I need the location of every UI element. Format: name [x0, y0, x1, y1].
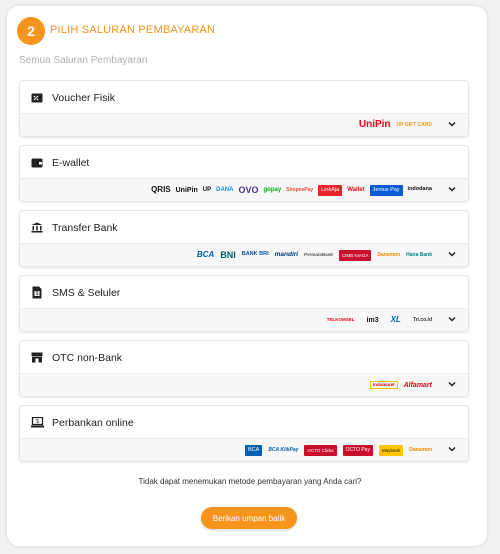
chevron-down-icon[interactable]: [447, 184, 457, 194]
logo-danamon: Danamon: [377, 251, 401, 258]
channel-header: Transfer Bank: [20, 211, 468, 244]
channel-header: E-wallet: [20, 146, 468, 179]
logo-gopay: gopay: [263, 187, 282, 193]
channel-header: OTC non-Bank: [20, 341, 468, 374]
laptop-icon: $: [30, 416, 44, 430]
wallet-icon: [30, 156, 44, 170]
logo-up: UP: [202, 187, 212, 193]
channel-logo-bar: QRIS UniPin UP DANA OVO gopay ShopeePay …: [20, 178, 468, 201]
channel-logo-bar: TELKOMSEL im3 XL Tri.co.id: [20, 308, 468, 331]
channel-title: Perbankan online: [52, 416, 134, 429]
channel-voucher-fisik[interactable]: Voucher Fisik UniPin UP GIFT CARD: [19, 80, 469, 137]
channel-sms-seluler[interactable]: $ SMS & Seluler TELKOMSEL im3 XL Tri.co.…: [19, 275, 469, 332]
section-subtitle: Semua Saluran Pembayaran: [19, 55, 148, 66]
chevron-down-icon[interactable]: [447, 249, 457, 259]
logo-im3: im3: [366, 316, 379, 324]
logo-shopeepay: ShopeePay: [286, 186, 314, 193]
sim-card-icon: $: [30, 286, 44, 300]
channel-header: Voucher Fisik: [20, 81, 468, 114]
logo-up-gift-card: UP GIFT CARD: [396, 121, 432, 128]
channel-e-wallet[interactable]: E-wallet QRIS UniPin UP DANA OVO gopay S…: [19, 145, 469, 202]
logo-octo-pay: OCTO Pay: [342, 444, 373, 456]
logo-xl: XL: [390, 315, 401, 324]
logo-mandiri: mandiri: [274, 250, 299, 258]
channel-otc-non-bank[interactable]: OTC non-Bank Indomaret Alfamart: [19, 340, 469, 397]
logo-dana: DANA: [216, 187, 234, 193]
logo-bca: BCA: [196, 250, 215, 259]
channel-header: $ Perbankan online: [20, 406, 468, 439]
channel-title: Voucher Fisik: [52, 91, 116, 104]
logo-danamon: Danamon: [409, 446, 432, 453]
logo-octo-clicks: OCTO Clicks: [304, 444, 337, 456]
channel-logo-bar: BCA BNI BANK BRI mandiri PermataBank CIM…: [20, 243, 468, 266]
voucher-icon: [30, 91, 44, 105]
logo-ovo: OVO: [238, 184, 259, 195]
logo-bni: BNI: [220, 249, 236, 260]
channel-title: Transfer Bank: [52, 221, 118, 234]
logo-bca: BCA: [245, 444, 263, 456]
logo-hana-bank: Hana Bank: [406, 251, 432, 258]
chevron-down-icon[interactable]: [447, 314, 457, 324]
logo-linkaja: LinkAja: [318, 184, 343, 196]
store-icon: [30, 351, 44, 365]
step-title: PILIH SALURAN PEMBAYARAN: [50, 24, 216, 36]
channel-title: E-wallet: [52, 156, 90, 169]
svg-text:$: $: [36, 419, 39, 425]
logo-bank-bri: BANK BRI: [241, 251, 269, 258]
logo-jenius-pay: Jenius Pay: [369, 184, 403, 196]
bank-icon: [30, 221, 44, 235]
logo-maybank: Maybank: [378, 444, 404, 456]
channel-title: SMS & Seluler: [52, 286, 121, 299]
step-number-badge: 2: [17, 17, 45, 45]
chevron-down-icon[interactable]: [447, 379, 457, 389]
logo-indodana: indodana: [407, 186, 432, 193]
logo-bca-klikpay: BCA KlikPay: [268, 446, 299, 453]
channel-header: $ SMS & Seluler: [20, 276, 468, 309]
logo-unipin: UniPin: [175, 186, 198, 194]
channel-logo-bar: Indomaret Alfamart: [20, 373, 468, 396]
logo-wallet: Wallet: [347, 187, 365, 193]
channel-logo-bar: UniPin UP GIFT CARD: [20, 113, 468, 136]
logo-unipin: UniPin: [358, 119, 391, 130]
channel-logo-bar: BCA BCA KlikPay OCTO Clicks OCTO Pay May…: [20, 438, 468, 461]
channel-title: OTC non-Bank: [52, 351, 123, 364]
not-found-question: Tidak dapat menemukan metode pembayaran …: [138, 477, 362, 486]
channel-perbankan-online[interactable]: $ Perbankan online BCA BCA KlikPay OCTO …: [19, 405, 469, 462]
logo-telkomsel: TELKOMSEL: [326, 316, 355, 322]
logo-cimb-niaga: CIMB NIAGA: [338, 249, 372, 261]
svg-text:$: $: [36, 291, 39, 297]
logo-indomaret: Indomaret: [369, 380, 398, 390]
logo-qris: QRIS: [151, 185, 171, 194]
logo-alfamart: Alfamart: [403, 381, 432, 389]
channel-transfer-bank[interactable]: Transfer Bank BCA BNI BANK BRI mandiri P…: [19, 210, 469, 267]
logo-permatabank: PermataBank: [304, 251, 333, 257]
chevron-down-icon[interactable]: [447, 119, 457, 129]
chevron-down-icon[interactable]: [447, 444, 457, 454]
logo-tri: Tri.co.id: [412, 316, 432, 323]
feedback-button[interactable]: Berikan umpan balik: [201, 507, 297, 529]
